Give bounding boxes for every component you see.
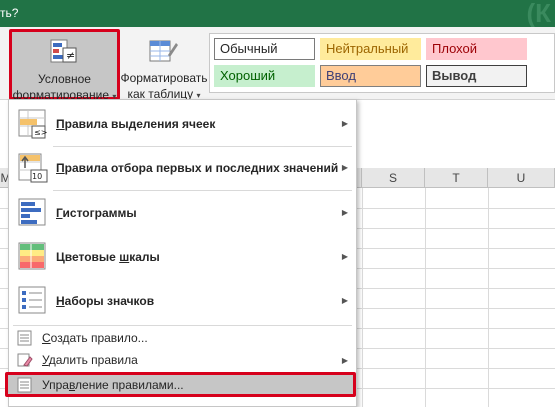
top-bottom-rules-icon: 10 (18, 153, 48, 183)
grid-line (425, 188, 426, 407)
color-scales-icon (18, 242, 46, 270)
submenu-arrow-icon: ▶ (341, 208, 348, 217)
style-input[interactable]: Ввод (320, 65, 421, 87)
conditional-formatting-label-1: Условное (38, 72, 91, 86)
submenu-arrow-icon: ▶ (341, 252, 348, 261)
column-header-s[interactable]: S (362, 168, 425, 188)
style-output[interactable]: Вывод (426, 65, 527, 87)
new-rule-icon (17, 330, 32, 346)
menu-item-label: Управление правилами... (42, 378, 184, 392)
menu-item-label: Правила выделения ячеек (56, 117, 216, 131)
menu-item-new-rule[interactable]: Создать правило... (9, 327, 356, 349)
eraser-icon (17, 353, 33, 367)
conditional-formatting-button[interactable]: ≠ Условное форматирование ▾ (9, 29, 120, 102)
grid-line (488, 188, 489, 407)
title-bar: ть? (К (0, 0, 555, 27)
format-as-table-icon (149, 40, 178, 62)
highlight-cells-rules-icon: ≤> (18, 109, 47, 139)
submenu-arrow-icon: ▶ (341, 119, 348, 128)
menu-item-label: Гистограммы (56, 206, 137, 220)
column-header-t[interactable]: T (425, 168, 488, 188)
menu-item-label: Наборы значков (56, 294, 155, 308)
menu-item-label: Правила отбора первых и последних значен… (56, 161, 339, 175)
submenu-arrow-icon: ▶ (341, 296, 348, 305)
style-normal[interactable]: Обычный (214, 38, 315, 60)
icon-sets-icon (18, 286, 46, 314)
format-as-table-label-1: Форматировать (120, 71, 208, 85)
manage-rules-icon (17, 377, 32, 393)
menu-item-clear-rules[interactable]: Удалить правила ▶ (9, 349, 356, 371)
menu-item-label: Создать правило... (42, 331, 148, 345)
column-header-u[interactable]: U (488, 168, 555, 188)
window-title: ть? (0, 6, 19, 20)
menu-item-highlight-cells-rules[interactable]: ≤> Правила выделения ячеек ▶ (9, 103, 356, 145)
conditional-formatting-menu: ≤> Правила выделения ячеек ▶ 10 Правила … (5, 99, 357, 407)
menu-item-data-bars[interactable]: Гистограммы ▶ (9, 192, 356, 234)
style-neutral[interactable]: Нейтральный (320, 38, 421, 60)
menu-separator (13, 325, 352, 326)
conditional-formatting-icon: ≠ (50, 39, 77, 63)
menu-item-icon-sets[interactable]: Наборы значков ▶ (9, 280, 356, 322)
svg-text:10: 10 (32, 172, 42, 181)
style-bad[interactable]: Плохой (426, 38, 527, 60)
cell-styles-gallery: Обычный Нейтральный Плохой Хороший Ввод … (209, 33, 555, 93)
menu-item-label: Удалить правила (42, 353, 138, 367)
menu-item-label: Цветовые шкалы (56, 250, 160, 264)
data-bars-icon (18, 198, 46, 226)
style-good[interactable]: Хороший (214, 65, 315, 87)
submenu-arrow-icon: ▶ (341, 356, 348, 365)
menu-item-top-bottom-rules[interactable]: 10 Правила отбора первых и последних зна… (9, 147, 356, 189)
watermark-logo: (К (526, 0, 551, 28)
svg-text:≤>: ≤> (34, 128, 47, 137)
menu-item-color-scales[interactable]: Цветовые шкалы ▶ (9, 236, 356, 278)
format-as-table-button[interactable]: Форматировать как таблицу ▾ (120, 31, 208, 101)
submenu-arrow-icon: ▶ (341, 163, 348, 172)
ribbon-styles-group: ≠ Условное форматирование ▾ Форматироват… (0, 27, 555, 102)
menu-item-manage-rules[interactable]: Управление правилами... (5, 372, 356, 397)
grid-line (362, 188, 363, 407)
menu-separator (53, 190, 352, 191)
svg-text:≠: ≠ (66, 49, 75, 62)
